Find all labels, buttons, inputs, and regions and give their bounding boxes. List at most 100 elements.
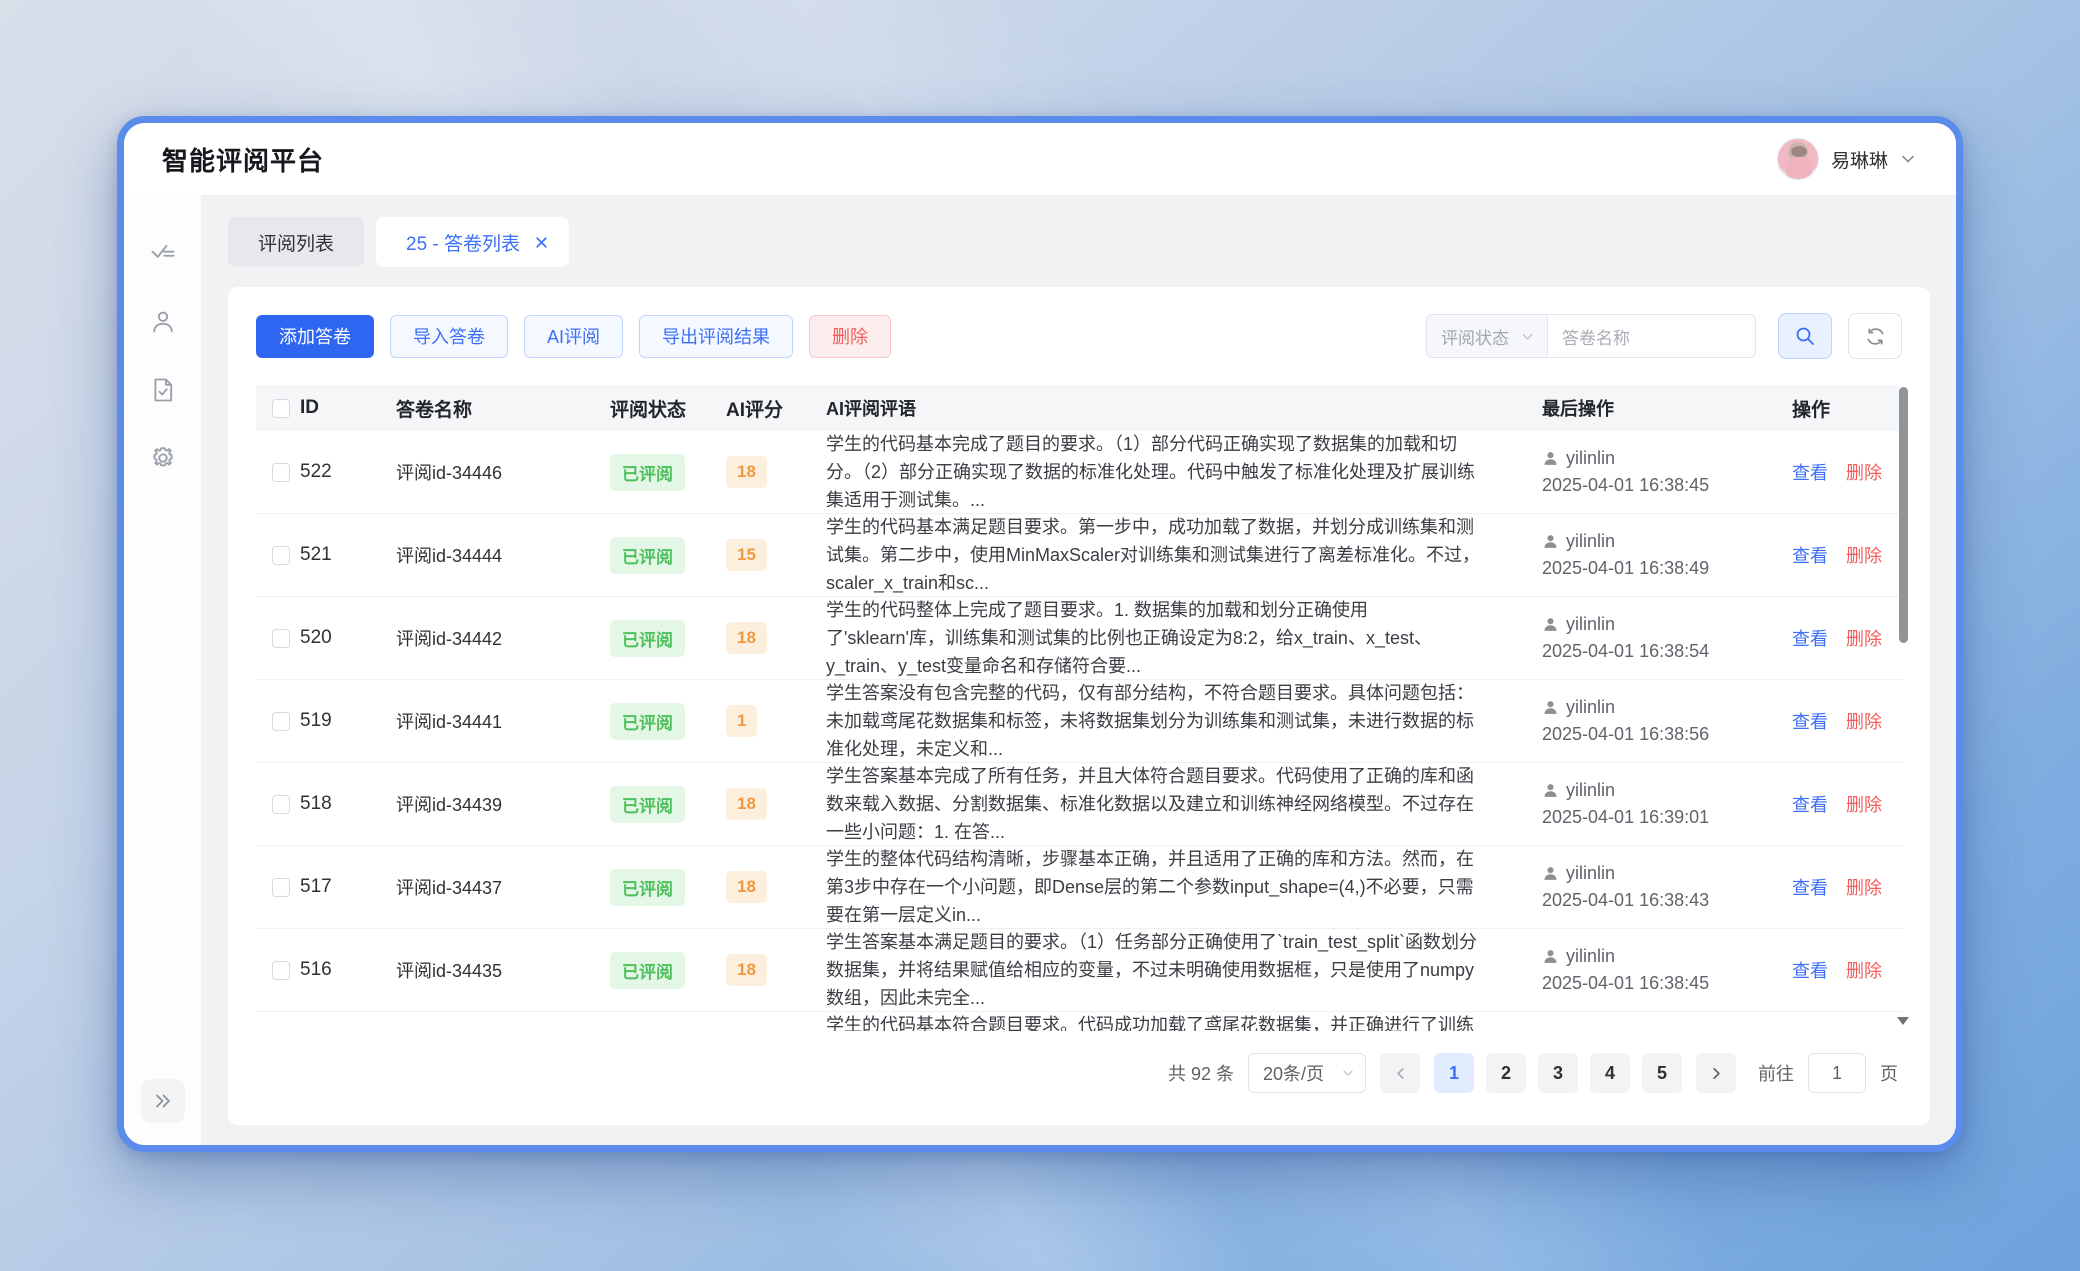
ai-review-button[interactable]: AI评阅 — [524, 315, 623, 358]
row-checkbox[interactable] — [272, 961, 290, 980]
person-icon — [1542, 450, 1559, 467]
table-header: ID 答卷名称 评阅状态 AI评分 AI评阅评语 最后操作 操作 — [256, 385, 1902, 431]
row-answer-name: 评阅id-34441 — [396, 708, 610, 734]
operation-time: 2025-04-01 16:38:54 — [1542, 638, 1782, 665]
avatar[interactable] — [1777, 138, 1819, 180]
import-answer-button[interactable]: 导入答卷 — [390, 315, 508, 358]
table-scrollbar[interactable] — [1899, 385, 1908, 1031]
view-link[interactable]: 查看 — [1792, 874, 1828, 900]
row-checkbox[interactable] — [272, 629, 290, 648]
add-answer-button[interactable]: 添加答卷 — [256, 315, 374, 358]
prev-page-button[interactable] — [1380, 1053, 1420, 1093]
goto-page-input[interactable]: 1 — [1808, 1053, 1866, 1093]
answer-name-input[interactable]: 答卷名称 — [1548, 314, 1756, 358]
page-size-value: 20条/页 — [1263, 1060, 1324, 1086]
view-link[interactable]: 查看 — [1792, 625, 1828, 651]
delete-link[interactable]: 删除 — [1846, 874, 1882, 900]
delete-link[interactable]: 删除 — [1846, 957, 1882, 983]
ai-score-badge: 18 — [726, 871, 767, 903]
ai-score-badge: 18 — [726, 622, 767, 654]
row-id: 521 — [300, 544, 396, 566]
review-status-badge: 已评阅 — [610, 703, 685, 740]
tab-label: 评阅列表 — [258, 229, 334, 256]
chevron-right-icon — [1709, 1066, 1724, 1081]
operation-time: 2025-04-01 16:38:45 — [1542, 970, 1782, 997]
operation-time: 2025-04-01 16:38:56 — [1542, 721, 1782, 748]
delete-link[interactable]: 删除 — [1846, 542, 1882, 568]
export-results-button[interactable]: 导出评阅结果 — [639, 315, 793, 358]
answer-list-panel: 添加答卷导入答卷AI评阅导出评阅结果删除 评阅状态 答卷名称 — [228, 287, 1930, 1125]
row-checkbox[interactable] — [272, 463, 290, 482]
sidebar-collapse-button[interactable] — [141, 1079, 185, 1123]
sidebar-item-settings[interactable] — [140, 435, 186, 481]
sidebar-item-users[interactable] — [140, 299, 186, 345]
operator-name: yilinlin — [1566, 1026, 1615, 1031]
person-icon — [1542, 948, 1559, 965]
row-id: 517 — [300, 876, 396, 898]
view-link[interactable]: 查看 — [1792, 957, 1828, 983]
status-select-placeholder: 评阅状态 — [1441, 324, 1509, 349]
ai-review-comment: 学生答案没有包含完整的代码，仅有部分结构，不符合题目要求。具体问题包括：未加载鸢… — [826, 679, 1542, 763]
page-button-3[interactable]: 3 — [1538, 1053, 1578, 1093]
sidebar-item-review-list[interactable] — [140, 231, 186, 277]
scrollbar-thumb[interactable] — [1899, 387, 1908, 643]
table-row: 519 评阅id-34441 已评阅 1 学生答案没有包含完整的代码，仅有部分结… — [256, 680, 1902, 763]
ai-review-comment: 学生的代码基本满足题目要求。第一步中，成功加载了数据，并划分成训练集和测试集。第… — [826, 513, 1542, 597]
user-menu[interactable]: 易琳琳 — [1777, 138, 1916, 180]
ai-score-badge: 1 — [726, 705, 757, 737]
tab-answer-list[interactable]: 25 - 答卷列表 — [376, 217, 569, 267]
user-name: 易琳琳 — [1831, 146, 1888, 173]
column-header-actions: 操作 — [1792, 395, 1902, 422]
page-size-select[interactable]: 20条/页 — [1248, 1053, 1366, 1093]
search-button[interactable] — [1778, 313, 1832, 359]
refresh-button[interactable] — [1848, 313, 1902, 359]
delete-link[interactable]: 删除 — [1846, 459, 1882, 485]
view-link[interactable]: 查看 — [1792, 708, 1828, 734]
page-button-2[interactable]: 2 — [1486, 1053, 1526, 1093]
next-page-button[interactable] — [1696, 1053, 1736, 1093]
view-link[interactable]: 查看 — [1792, 542, 1828, 568]
view-link[interactable]: 查看 — [1792, 459, 1828, 485]
row-answer-name: 评阅id-34439 — [396, 791, 610, 817]
row-checkbox[interactable] — [272, 795, 290, 814]
row-answer-name: 评阅id-34442 — [396, 625, 610, 651]
last-operation: yilinlin 2025-04-01 16:39:01 — [1542, 777, 1792, 831]
page-button-4[interactable]: 4 — [1590, 1053, 1630, 1093]
page-button-1[interactable]: 1 — [1434, 1053, 1474, 1093]
tab-review-list[interactable]: 评阅列表 — [228, 217, 364, 267]
row-checkbox[interactable] — [272, 712, 290, 731]
delete-link[interactable]: 删除 — [1846, 708, 1882, 734]
operator-name: yilinlin — [1566, 445, 1615, 472]
select-all-checkbox[interactable] — [272, 399, 290, 418]
last-operation: yilinlin 2025-04-01 16:38:56 — [1542, 694, 1792, 748]
tab-close-button[interactable] — [534, 235, 549, 250]
view-link[interactable]: 查看 — [1792, 791, 1828, 817]
delete-link[interactable]: 删除 — [1846, 625, 1882, 651]
delete-button[interactable]: 删除 — [809, 315, 891, 358]
row-checkbox[interactable] — [272, 546, 290, 565]
chevron-down-icon — [1520, 329, 1535, 344]
person-icon — [1542, 865, 1559, 882]
review-status-badge: 已评阅 — [610, 869, 685, 906]
row-checkbox[interactable] — [272, 878, 290, 897]
delete-link[interactable]: 删除 — [1846, 791, 1882, 817]
row-answer-name: 评阅id-34446 — [396, 459, 610, 485]
double-chevron-right-icon — [153, 1092, 173, 1110]
table-row: 522 评阅id-34446 已评阅 18 学生的代码基本完成了题目的要求。（1… — [256, 431, 1902, 514]
review-status-select[interactable]: 评阅状态 — [1426, 314, 1548, 358]
page-button-5[interactable]: 5 — [1642, 1053, 1682, 1093]
review-checklist-icon — [149, 240, 177, 268]
user-icon — [149, 308, 177, 336]
table-row: 517 评阅id-34437 已评阅 18 学生的整体代码结构清晰，步骤基本正确… — [256, 846, 1902, 929]
last-operation: yilinlin 2025-04-01 16:38:45 — [1542, 943, 1792, 997]
row-id: 522 — [300, 461, 396, 483]
scrollbar-down-arrow[interactable] — [1897, 1017, 1909, 1025]
column-header-score: AI评分 — [726, 395, 826, 422]
row-answer-name: 评阅id-34437 — [396, 874, 610, 900]
sidebar-item-answer-sheets[interactable] — [140, 367, 186, 413]
tab-bar: 评阅列表 25 - 答卷列表 — [228, 217, 1930, 267]
table-row: 516 评阅id-34435 已评阅 18 学生答案基本满足题目的要求。（1）任… — [256, 929, 1902, 1012]
chevron-down-icon — [1900, 151, 1916, 167]
ai-review-comment: 学生答案基本完成了所有任务，并且大体符合题目要求。代码使用了正确的库和函数来载入… — [826, 762, 1542, 846]
column-header-name: 答卷名称 — [396, 395, 610, 422]
